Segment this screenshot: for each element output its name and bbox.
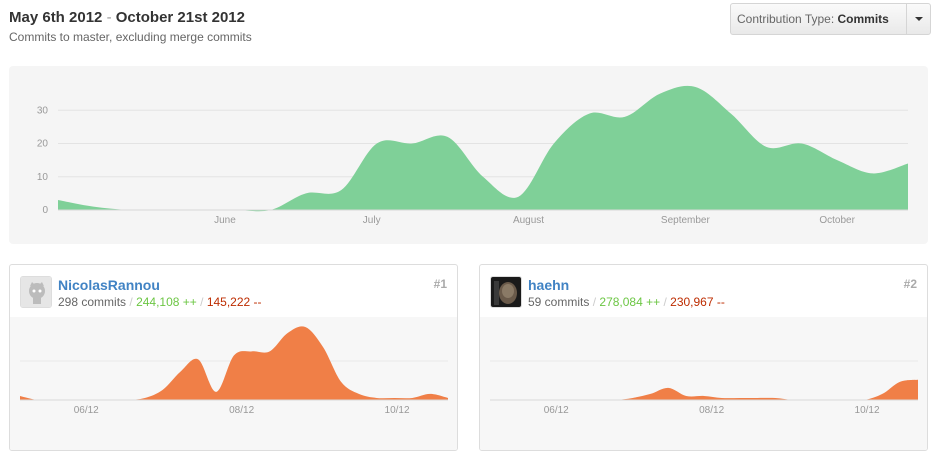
- y-tick-label: 30: [37, 105, 49, 116]
- contributor-chart-svg: 06/12 08/12 10/12: [489, 360, 919, 416]
- area-series: [20, 326, 448, 401]
- y-tick-label: 0: [42, 205, 48, 216]
- x-tick-label: 08/12: [229, 405, 254, 416]
- contributor-card-header: haehn 59 commits / 278,084 ++ / 230,967 …: [480, 265, 927, 317]
- x-tick-label: 10/12: [385, 405, 410, 416]
- x-tick-label: July: [363, 215, 381, 226]
- deletions-count: 145,222 --: [206, 295, 262, 309]
- additions-count: 244,108 ++: [136, 295, 197, 309]
- x-tick-label: 06/12: [74, 405, 99, 416]
- contribution-type-button[interactable]: Contribution Type: Commits: [730, 3, 931, 35]
- y-tick-label: 20: [37, 139, 49, 150]
- x-tick-label: August: [513, 215, 544, 226]
- x-tick-label: 10/12: [855, 405, 880, 416]
- contributor-rank: #1: [433, 277, 447, 291]
- contributor-card-2: haehn 59 commits / 278,084 ++ / 230,967 …: [479, 264, 928, 451]
- contributor-name-link[interactable]: NicolasRannou: [58, 277, 160, 293]
- additions-count: 278,084 ++: [599, 295, 661, 309]
- contributor-chart-svg: 06/12 08/12 10/12: [19, 326, 449, 416]
- x-tick-label: 06/12: [544, 405, 569, 416]
- start-date: May 6th 2012: [9, 9, 103, 26]
- deletions-count: 230,967 --: [670, 295, 725, 309]
- x-tick-label: 08/12: [699, 405, 724, 416]
- area-series: [490, 379, 918, 401]
- contributor-card-header: NicolasRannou 298 commits / 244,108 ++ /…: [10, 265, 457, 317]
- area-series: [58, 85, 908, 212]
- contribution-type-label: Contribution Type: Commits: [737, 12, 889, 26]
- contributor-rank: #2: [903, 277, 917, 291]
- contributor-stats: 298 commits / 244,108 ++ / 145,222 --: [58, 295, 262, 309]
- octocat-avatar-icon[interactable]: [20, 276, 52, 308]
- date-separator: -: [106, 9, 112, 26]
- header: May 6th 2012 - October 21st 2012 Commits…: [9, 9, 252, 44]
- y-tick-label: 10: [37, 172, 49, 183]
- chart-subtitle: Commits to master, excluding merge commi…: [9, 30, 252, 44]
- contributor-name-link[interactable]: haehn: [528, 277, 569, 293]
- x-tick-label: September: [661, 215, 711, 226]
- commit-count: 59 commits: [528, 295, 590, 309]
- x-tick-label: October: [819, 215, 855, 226]
- contributor-chart: 06/12 08/12 10/12: [480, 317, 927, 450]
- contributor-stats: 59 commits / 278,084 ++ / 230,967 --: [528, 295, 725, 309]
- end-date: October 21st 2012: [115, 9, 245, 26]
- contributor-chart: 06/12 08/12 10/12: [10, 317, 457, 450]
- user-photo-avatar-icon[interactable]: [490, 276, 522, 308]
- x-tick-label: June: [214, 215, 236, 226]
- commit-count: 298 commits: [58, 295, 127, 309]
- caret-down-icon[interactable]: [906, 4, 930, 34]
- contribution-type-value: Commits: [837, 12, 889, 26]
- main-chart-svg: 0 10 20 30 June July August September October: [37, 85, 909, 226]
- main-commits-chart: 0 10 20 30 June July August September October: [9, 66, 928, 244]
- contributor-card-1: NicolasRannou 298 commits / 244,108 ++ /…: [9, 264, 458, 451]
- date-range-title: May 6th 2012 - October 21st 2012: [9, 9, 252, 27]
